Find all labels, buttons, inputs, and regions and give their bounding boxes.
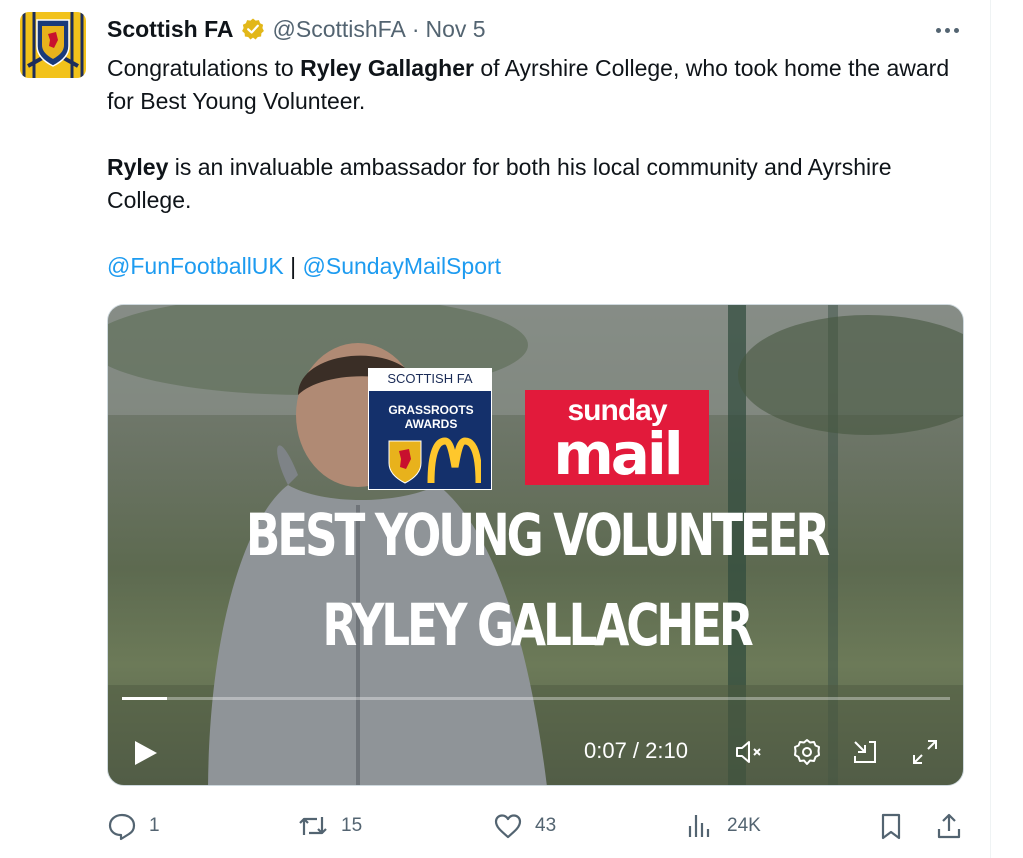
bookmark-button[interactable] xyxy=(877,808,905,844)
tweet-actions: 1 15 43 24K xyxy=(107,808,967,844)
view-count: 24K xyxy=(727,815,761,836)
retweet-count: 15 xyxy=(341,815,363,836)
bold-name: Ryley xyxy=(107,154,169,180)
video-progress-fill xyxy=(122,697,167,700)
like-count: 43 xyxy=(535,815,557,836)
separator-dot: · xyxy=(411,15,420,42)
grassroots-awards-badge: SCOTTISH FA GRASSROOTS AWARDS xyxy=(368,368,492,490)
logo-word-2: mail xyxy=(553,420,683,488)
text-run: Congratulations to xyxy=(107,55,301,81)
sponsor-logos-icon xyxy=(388,437,481,484)
author-name[interactable]: Scottish FA xyxy=(107,16,234,43)
verified-badge-icon xyxy=(241,17,265,41)
share-button[interactable] xyxy=(935,808,963,844)
views-icon xyxy=(688,815,710,837)
tweet-date[interactable]: Nov 5 xyxy=(425,16,485,43)
bookmark-icon xyxy=(881,813,901,840)
video-player[interactable]: SCOTTISH FA GRASSROOTS AWARDS sunday mai… xyxy=(107,304,964,786)
badge-line-1: GRASSROOTS xyxy=(388,403,474,417)
settings-icon[interactable] xyxy=(791,736,823,768)
mute-icon[interactable] xyxy=(733,736,765,768)
like-icon xyxy=(494,814,522,839)
mention-funfootballuk[interactable]: @FunFootballUK xyxy=(107,253,284,279)
views-button[interactable]: 24K xyxy=(685,808,761,844)
avatar[interactable] xyxy=(20,12,86,78)
fullscreen-icon[interactable] xyxy=(909,736,941,768)
picture-in-picture-icon[interactable] xyxy=(849,736,881,768)
badge-title: SCOTTISH FA xyxy=(368,368,492,390)
reply-button[interactable]: 1 xyxy=(107,808,160,844)
mention-sundaymailsport[interactable]: @SundayMailSport xyxy=(303,253,502,279)
play-icon[interactable] xyxy=(130,738,160,768)
video-progress-bar[interactable] xyxy=(122,697,950,700)
reply-icon xyxy=(108,813,136,841)
reply-count: 1 xyxy=(149,815,160,836)
tweet-mentions: @FunFootballUK | @SundayMailSport xyxy=(107,250,967,283)
retweet-button[interactable]: 15 xyxy=(297,808,362,844)
like-button[interactable]: 43 xyxy=(493,808,556,844)
video-headline-2: RYLEY GALLACHER xyxy=(322,591,753,659)
text-run: is an invaluable ambassador for both his… xyxy=(107,154,892,213)
author-handle[interactable]: @ScottishFA xyxy=(273,16,406,43)
sunday-mail-logo: sunday mail xyxy=(525,390,709,488)
tweet-text: Congratulations to Ryley Gallagher of Ay… xyxy=(107,52,967,283)
mention-separator: | xyxy=(283,253,303,279)
video-time: 0:07 / 2:10 xyxy=(584,738,688,763)
more-icon[interactable] xyxy=(930,18,964,42)
badge-line-2: AWARDS xyxy=(404,417,458,431)
share-icon xyxy=(937,813,961,839)
column-divider xyxy=(990,0,991,858)
badge-body: GRASSROOTS AWARDS xyxy=(368,390,492,490)
bold-name: Ryley Gallagher xyxy=(300,55,474,81)
video-headline-1: BEST YOUNG VOLUNTEER xyxy=(245,501,830,569)
tweet-paragraph-2: Ryley is an invaluable ambassador for bo… xyxy=(107,151,967,217)
tweet-paragraph-1: Congratulations to Ryley Gallagher of Ay… xyxy=(107,52,967,118)
retweet-icon xyxy=(299,817,327,835)
tweet-header: Scottish FA @ScottishFA · Nov 5 xyxy=(107,13,486,45)
